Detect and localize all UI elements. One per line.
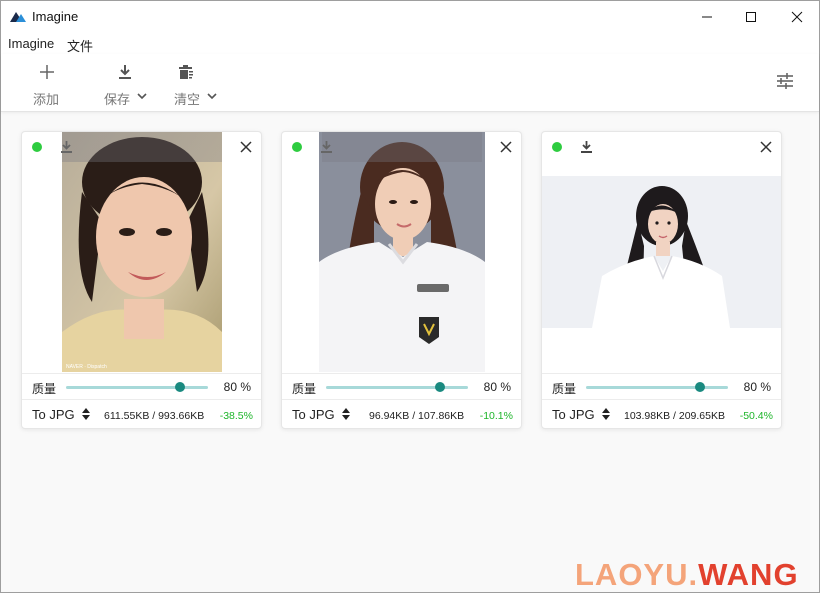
menu-file[interactable]: 文件 [67, 36, 93, 55]
quality-slider-thumb[interactable] [434, 382, 445, 392]
minimize-icon [702, 16, 712, 17]
photo-caption: NAVER · Dispatch [66, 364, 107, 370]
quality-row: 质量 80 % [22, 373, 261, 399]
size-change-percent: -38.5% [219, 410, 253, 422]
card-top-bar [542, 132, 781, 162]
format-row: To JPG 103.98KB / 209.65KB -50.4% [542, 399, 781, 428]
quality-value: 80 % [223, 380, 251, 394]
image-preview-area: NAVER · Dispatch [22, 132, 261, 372]
size-change-percent: -10.1% [479, 410, 513, 422]
title-bar[interactable]: Imagine [1, 1, 819, 32]
app-window: Imagine Imagine 文件 添加 保存 清空 NAVER · Disp… [0, 0, 820, 593]
file-sizes: 96.94KB / 107.86KB [369, 410, 465, 422]
size-change-percent: -50.4% [739, 410, 773, 422]
maximize-icon [746, 11, 756, 22]
close-icon[interactable] [500, 141, 512, 153]
status-ready-dot [292, 142, 302, 152]
format-select[interactable]: To JPG [552, 407, 595, 422]
quality-row: 质量 80 % [282, 373, 521, 399]
app-logo-icon [10, 12, 26, 22]
save-button[interactable]: 保存 [101, 54, 151, 112]
quality-label: 质量 [32, 382, 57, 396]
quality-slider-thumb[interactable] [694, 382, 705, 392]
card-top-bar [282, 132, 521, 162]
settings-sliders-icon[interactable] [775, 72, 795, 90]
format-row: To JPG 611.55KB / 993.66KB -38.5% [22, 399, 261, 428]
close-icon[interactable] [240, 141, 252, 153]
image-preview-area [282, 132, 521, 372]
quality-row: 质量 80 % [542, 373, 781, 399]
close-icon[interactable] [760, 141, 772, 153]
clear-all-icon [179, 65, 193, 79]
image-card: 质量 80 % To JPG 96.94KB / 107.86KB -10.1% [281, 131, 522, 429]
window-title: Imagine [32, 9, 79, 24]
image-card: NAVER · Dispatch 质量 80 % To JPG 611.55KB… [21, 131, 262, 429]
quality-label: 质量 [292, 382, 317, 396]
close-window-button[interactable] [774, 1, 820, 32]
image-card: 质量 80 % To JPG 103.98KB / 209.65KB -50.4… [541, 131, 782, 429]
download-icon [119, 65, 131, 79]
watermark-part-2: WANG [698, 557, 799, 592]
plus-icon [40, 65, 54, 79]
status-ready-dot [32, 142, 42, 152]
save-label: 保存 [104, 92, 131, 107]
clear-label: 清空 [174, 92, 201, 107]
watermark-part-1: LAOYU. [575, 557, 699, 592]
format-row: To JPG 96.94KB / 107.86KB -10.1% [282, 399, 521, 428]
quality-slider[interactable] [326, 382, 468, 392]
quality-label: 质量 [552, 382, 577, 396]
chevron-down-icon [137, 93, 147, 100]
file-sizes: 611.55KB / 993.66KB [104, 410, 205, 422]
quality-value: 80 % [483, 380, 511, 394]
menu-imagine[interactable]: Imagine [8, 36, 54, 51]
portrait-photo [319, 132, 485, 372]
status-ready-dot [552, 142, 562, 152]
quality-value: 80 % [743, 380, 771, 394]
select-arrows-icon[interactable] [82, 407, 90, 421]
select-arrows-icon[interactable] [342, 407, 350, 421]
chevron-down-icon [207, 93, 217, 100]
format-select[interactable]: To JPG [32, 407, 75, 422]
quality-slider[interactable] [66, 382, 208, 392]
quality-slider-thumb[interactable] [174, 382, 185, 392]
select-arrows-icon[interactable] [602, 407, 610, 421]
clear-button[interactable]: 清空 [171, 54, 221, 112]
image-preview-area [542, 132, 781, 372]
minimize-button[interactable] [684, 1, 730, 32]
menu-bar: Imagine 文件 [1, 32, 819, 54]
add-label: 添加 [33, 92, 60, 107]
toolbar: 添加 保存 清空 [1, 54, 819, 112]
maximize-button[interactable] [728, 1, 774, 32]
format-select[interactable]: To JPG [292, 407, 335, 422]
close-icon [791, 11, 803, 22]
quality-slider[interactable] [586, 382, 728, 392]
portrait-photo [542, 176, 781, 328]
download-icon[interactable] [60, 140, 73, 154]
watermark-text: LAOYU.WANG [575, 557, 799, 593]
download-icon[interactable] [320, 140, 333, 154]
portrait-photo: NAVER · Dispatch [62, 132, 222, 372]
file-sizes: 103.98KB / 209.65KB [624, 410, 725, 422]
add-button[interactable]: 添加 [29, 54, 65, 112]
download-icon[interactable] [580, 140, 593, 154]
card-top-bar [22, 132, 261, 162]
